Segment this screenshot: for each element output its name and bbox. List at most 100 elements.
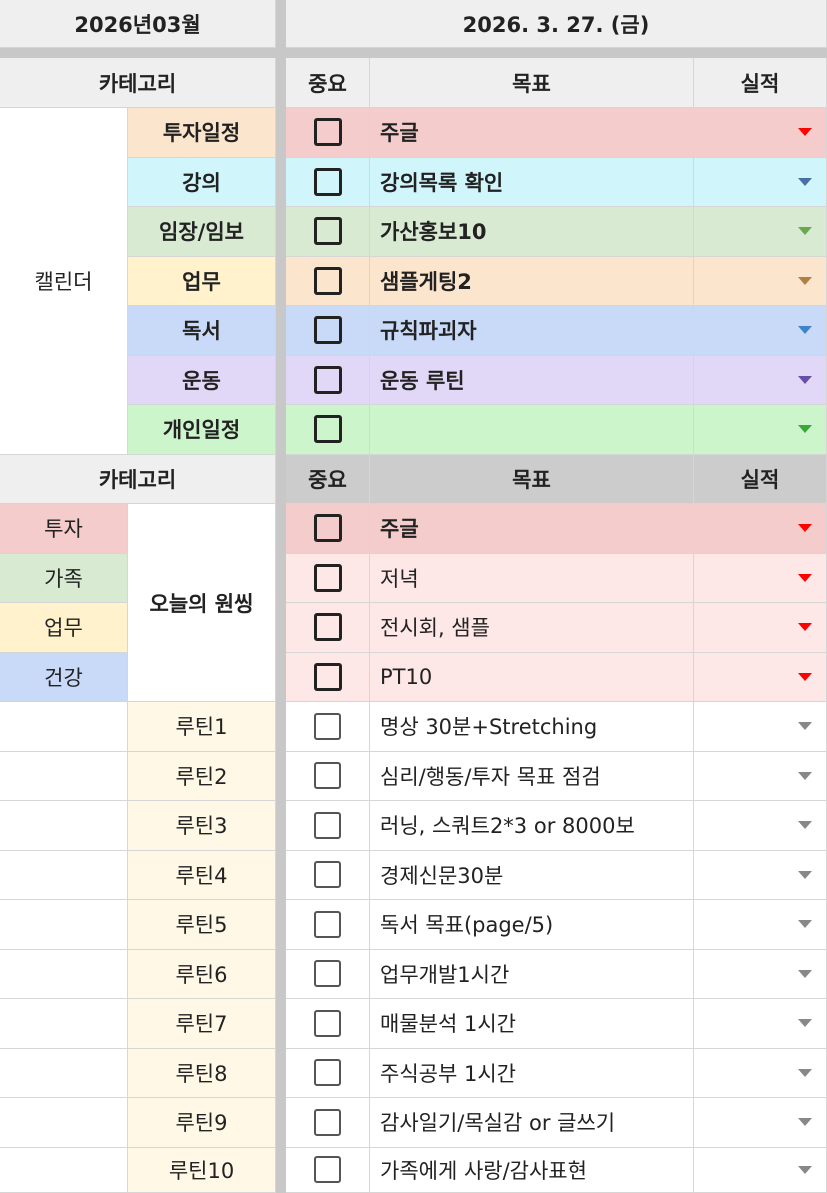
result-dropdown[interactable] xyxy=(694,207,827,257)
goal-cell[interactable]: 저녁 xyxy=(370,553,694,603)
routine-checkbox-cell[interactable] xyxy=(286,999,370,1049)
importance-cell[interactable] xyxy=(286,207,370,257)
dropdown-arrow-icon[interactable] xyxy=(798,1019,812,1028)
goal-cell[interactable]: 강의목록 확인 xyxy=(370,157,694,207)
importance-checkbox[interactable] xyxy=(313,365,342,394)
importance-checkbox[interactable] xyxy=(314,1059,341,1087)
dropdown-arrow-icon[interactable] xyxy=(798,722,812,731)
routine-checkbox-cell[interactable] xyxy=(286,900,370,950)
importance-checkbox[interactable] xyxy=(313,514,342,543)
routine-goal[interactable]: 독서 목표(page/5) xyxy=(370,900,694,950)
importance-cell[interactable] xyxy=(286,108,370,158)
routine-goal[interactable]: 심리/행동/투자 목표 점검 xyxy=(370,751,694,801)
routine-checkbox-cell[interactable] xyxy=(286,850,370,900)
routine-goal[interactable]: 가족에게 사랑/감사표현 xyxy=(370,1147,694,1193)
result-dropdown[interactable] xyxy=(694,652,827,702)
result-dropdown[interactable] xyxy=(694,306,827,356)
routine-result-dropdown[interactable] xyxy=(694,702,827,752)
dropdown-arrow-icon[interactable] xyxy=(798,177,812,186)
importance-cell[interactable] xyxy=(286,157,370,207)
dropdown-arrow-icon[interactable] xyxy=(798,375,812,384)
importance-checkbox[interactable] xyxy=(314,960,341,988)
routine-goal[interactable]: 러닝, 스쿼트2*3 or 8000보 xyxy=(370,801,694,851)
goal-cell[interactable]: 전시회, 샘플 xyxy=(370,603,694,653)
importance-checkbox[interactable] xyxy=(313,217,342,246)
dropdown-arrow-icon[interactable] xyxy=(798,128,812,137)
goal-cell[interactable] xyxy=(370,405,694,455)
goal-cell[interactable]: PT10 xyxy=(370,652,694,702)
result-dropdown[interactable] xyxy=(694,553,827,603)
routine-result-dropdown[interactable] xyxy=(694,949,827,999)
routine-goal[interactable]: 업무개발1시간 xyxy=(370,949,694,999)
importance-checkbox[interactable] xyxy=(314,861,341,889)
routine-checkbox-cell[interactable] xyxy=(286,751,370,801)
routine-checkbox-cell[interactable] xyxy=(286,1098,370,1148)
dropdown-arrow-icon[interactable] xyxy=(798,969,812,978)
routine-result-dropdown[interactable] xyxy=(694,900,827,950)
result-dropdown[interactable] xyxy=(694,504,827,554)
goal-cell[interactable]: 샘플게팅2 xyxy=(370,256,694,306)
routine-result-dropdown[interactable] xyxy=(694,751,827,801)
routine-result-dropdown[interactable] xyxy=(694,801,827,851)
dropdown-arrow-icon[interactable] xyxy=(798,672,812,681)
routine-checkbox-cell[interactable] xyxy=(286,801,370,851)
importance-checkbox[interactable] xyxy=(314,910,341,938)
goal-cell[interactable]: 주글 xyxy=(370,504,694,554)
importance-cell[interactable] xyxy=(286,553,370,603)
result-dropdown[interactable] xyxy=(694,603,827,653)
dropdown-arrow-icon[interactable] xyxy=(798,623,812,632)
result-dropdown[interactable] xyxy=(694,157,827,207)
routine-goal[interactable]: 주식공부 1시간 xyxy=(370,1048,694,1098)
dropdown-arrow-icon[interactable] xyxy=(798,821,812,830)
goal-cell[interactable]: 규칙파괴자 xyxy=(370,306,694,356)
result-dropdown[interactable] xyxy=(694,256,827,306)
routine-result-dropdown[interactable] xyxy=(694,1048,827,1098)
importance-checkbox[interactable] xyxy=(313,613,342,642)
dropdown-arrow-icon[interactable] xyxy=(798,276,812,285)
routine-checkbox-cell[interactable] xyxy=(286,1048,370,1098)
importance-checkbox[interactable] xyxy=(313,167,342,196)
importance-cell[interactable] xyxy=(286,405,370,455)
importance-cell[interactable] xyxy=(286,603,370,653)
dropdown-arrow-icon[interactable] xyxy=(798,326,812,335)
goal-cell[interactable]: 가산홍보10 xyxy=(370,207,694,257)
dropdown-arrow-icon[interactable] xyxy=(798,771,812,780)
dropdown-arrow-icon[interactable] xyxy=(798,920,812,929)
dropdown-arrow-icon[interactable] xyxy=(798,1068,812,1077)
importance-cell[interactable] xyxy=(286,504,370,554)
routine-checkbox-cell[interactable] xyxy=(286,1147,370,1193)
importance-checkbox[interactable] xyxy=(313,118,342,147)
dropdown-arrow-icon[interactable] xyxy=(798,573,812,582)
routine-result-dropdown[interactable] xyxy=(694,850,827,900)
dropdown-arrow-icon[interactable] xyxy=(798,227,812,236)
routine-checkbox-cell[interactable] xyxy=(286,702,370,752)
importance-checkbox[interactable] xyxy=(313,662,342,691)
result-dropdown[interactable] xyxy=(694,108,827,158)
routine-checkbox-cell[interactable] xyxy=(286,949,370,999)
importance-checkbox[interactable] xyxy=(313,266,342,295)
dropdown-arrow-icon[interactable] xyxy=(798,524,812,533)
dropdown-arrow-icon[interactable] xyxy=(798,870,812,879)
importance-checkbox[interactable] xyxy=(314,1156,341,1184)
importance-cell[interactable] xyxy=(286,355,370,405)
result-dropdown[interactable] xyxy=(694,405,827,455)
importance-checkbox[interactable] xyxy=(314,712,341,740)
goal-cell[interactable]: 주글 xyxy=(370,108,694,158)
routine-result-dropdown[interactable] xyxy=(694,1098,827,1148)
dropdown-arrow-icon[interactable] xyxy=(798,425,812,434)
routine-result-dropdown[interactable] xyxy=(694,1147,827,1193)
importance-checkbox[interactable] xyxy=(314,1009,341,1037)
result-dropdown[interactable] xyxy=(694,355,827,405)
routine-goal[interactable]: 명상 30분+Stretching xyxy=(370,702,694,752)
importance-cell[interactable] xyxy=(286,256,370,306)
importance-checkbox[interactable] xyxy=(314,1108,341,1136)
dropdown-arrow-icon[interactable] xyxy=(798,1165,812,1174)
importance-checkbox[interactable] xyxy=(313,316,342,345)
routine-goal[interactable]: 경제신문30분 xyxy=(370,850,694,900)
goal-cell[interactable]: 운동 루틴 xyxy=(370,355,694,405)
dropdown-arrow-icon[interactable] xyxy=(798,1118,812,1127)
importance-cell[interactable] xyxy=(286,306,370,356)
importance-cell[interactable] xyxy=(286,652,370,702)
importance-checkbox[interactable] xyxy=(314,762,341,790)
routine-goal[interactable]: 감사일기/목실감 or 글쓰기 xyxy=(370,1098,694,1148)
